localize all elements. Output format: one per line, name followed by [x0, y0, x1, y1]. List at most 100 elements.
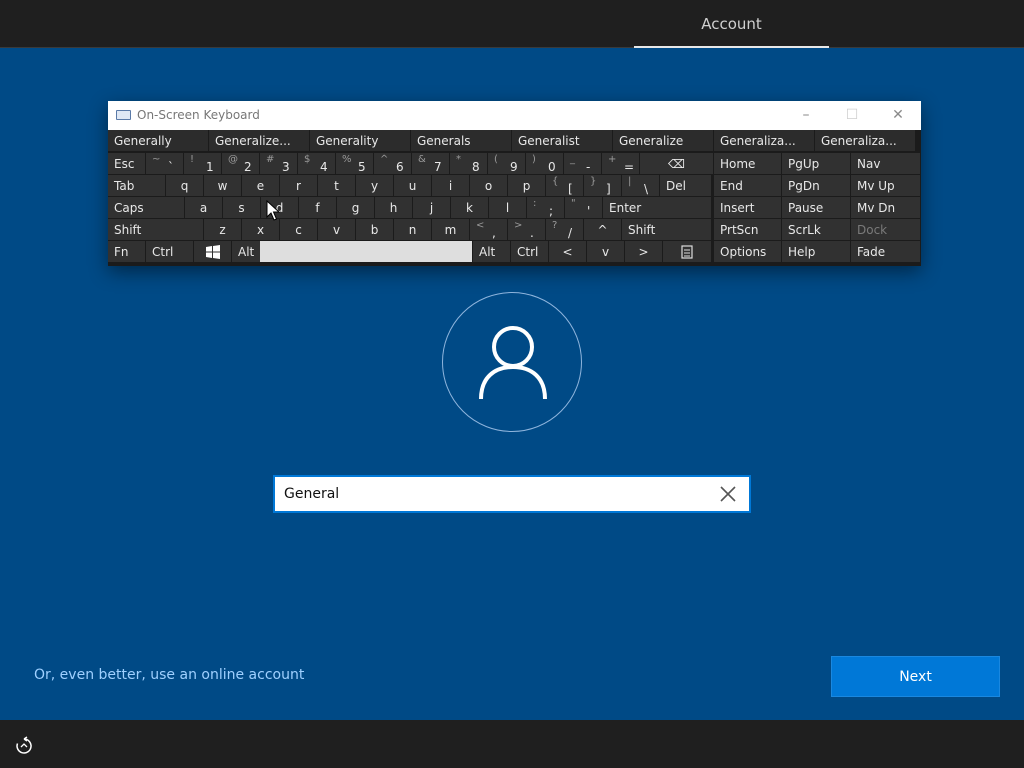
name-field[interactable] — [273, 475, 751, 513]
key-row1-10[interactable]: (9 — [488, 153, 526, 175]
key-shift-right[interactable]: Shift — [622, 219, 712, 241]
key-ctrl-left[interactable]: Ctrl — [146, 241, 194, 263]
next-button[interactable]: Next — [831, 656, 1000, 697]
key-menu[interactable] — [663, 241, 712, 263]
osk-title-bar[interactable]: On-Screen Keyboard – ☐ ✕ — [108, 101, 921, 130]
key-row1-7[interactable]: ^ 6 — [374, 153, 412, 175]
prediction-7[interactable]: Generaliza... — [714, 130, 815, 152]
key-l[interactable]: l — [489, 197, 527, 219]
key-g[interactable]: g — [337, 197, 375, 219]
maximize-button[interactable]: ☐ — [829, 101, 875, 130]
key-punct4-0[interactable]: <, — [470, 219, 508, 241]
key-punct4-2[interactable]: ? / — [546, 219, 584, 241]
key-j[interactable]: j — [413, 197, 451, 219]
key-i[interactable]: i — [432, 175, 470, 197]
minimize-button[interactable]: – — [783, 101, 829, 130]
key-u[interactable]: u — [394, 175, 432, 197]
key-y[interactable]: y — [356, 175, 394, 197]
key-bracket-1[interactable]: }] — [584, 175, 622, 197]
key-row1-3[interactable]: @2 — [222, 153, 260, 175]
ease-of-access-icon[interactable] — [14, 736, 34, 756]
prediction-2[interactable]: Generalize... — [209, 130, 310, 152]
key-b[interactable]: b — [356, 219, 394, 241]
key-e[interactable]: e — [242, 175, 280, 197]
close-button[interactable]: ✕ — [875, 101, 921, 130]
online-account-link[interactable]: Or, even better, use an online account — [34, 667, 304, 683]
key-o[interactable]: o — [470, 175, 508, 197]
key-row1-5[interactable]: $4 — [298, 153, 336, 175]
key-row1-8[interactable]: & 7 — [412, 153, 450, 175]
key-row1-12[interactable]: _ - — [564, 153, 602, 175]
prediction-4[interactable]: Generals — [411, 130, 512, 152]
key-bracket-0[interactable]: {[ — [546, 175, 584, 197]
key-row1-1[interactable]: ~ ` — [146, 153, 184, 175]
key-options[interactable]: Options — [714, 241, 782, 263]
key-a[interactable]: a — [185, 197, 223, 219]
key-pause[interactable]: Pause — [782, 197, 851, 219]
key-arrow-left[interactable]: < — [549, 241, 587, 263]
prediction-8[interactable]: Generaliza... — [815, 130, 916, 152]
key-space[interactable] — [260, 241, 473, 263]
key-shift-label: { — [552, 176, 559, 187]
tab-account[interactable]: Account — [634, 0, 829, 48]
key-v[interactable]: v — [318, 219, 356, 241]
key-punct3-1[interactable]: " ' — [565, 197, 603, 219]
name-input[interactable] — [284, 477, 704, 511]
key-q[interactable]: q — [166, 175, 204, 197]
key-windows[interactable] — [194, 241, 232, 263]
key-row1-13[interactable]: + = — [602, 153, 640, 175]
prediction-3[interactable]: Generality — [310, 130, 411, 152]
key-arrow-right[interactable]: > — [625, 241, 663, 263]
key-punct3-0[interactable]: :; — [527, 197, 565, 219]
key-shift-left[interactable]: Shift — [108, 219, 204, 241]
key-fade[interactable]: Fade — [851, 241, 921, 263]
key-f[interactable]: f — [299, 197, 337, 219]
key-end[interactable]: End — [714, 175, 782, 197]
key-mv-up[interactable]: Mv Up — [851, 175, 921, 197]
key-home[interactable]: Home — [714, 153, 782, 175]
key-pgup[interactable]: PgUp — [782, 153, 851, 175]
key-x[interactable]: x — [242, 219, 280, 241]
key-k[interactable]: k — [451, 197, 489, 219]
key-caps[interactable]: Caps — [108, 197, 185, 219]
key-t[interactable]: t — [318, 175, 356, 197]
key-row1-0[interactable]: Esc — [108, 153, 146, 175]
key-row1-4[interactable]: #3 — [260, 153, 298, 175]
key-ctrl-right[interactable]: Ctrl — [511, 241, 549, 263]
key-enter[interactable]: Enter — [603, 197, 712, 219]
key-tab[interactable]: Tab — [108, 175, 166, 197]
key-del[interactable]: Del — [660, 175, 712, 197]
key-row1-9[interactable]: * 8 — [450, 153, 488, 175]
key-h[interactable]: h — [375, 197, 413, 219]
key-mv-dn[interactable]: Mv Dn — [851, 197, 921, 219]
key-insert[interactable]: Insert — [714, 197, 782, 219]
key-prtscn[interactable]: PrtScn — [714, 219, 782, 241]
key-row1-6[interactable]: % 5 — [336, 153, 374, 175]
key-n[interactable]: n — [394, 219, 432, 241]
key-alt-right[interactable]: Alt — [473, 241, 511, 263]
key-arrow-up[interactable]: ^ — [584, 219, 622, 241]
key-nav[interactable]: Nav — [851, 153, 921, 175]
key-row1-2[interactable]: ! 1 — [184, 153, 222, 175]
key-z[interactable]: z — [204, 219, 242, 241]
key-bracket-2[interactable]: | \ — [622, 175, 660, 197]
prediction-6[interactable]: Generalize — [613, 130, 714, 152]
key-arrow-down[interactable]: v — [587, 241, 625, 263]
key-row1-11[interactable]: ) 0 — [526, 153, 564, 175]
key-punct4-1[interactable]: >. — [508, 219, 546, 241]
key-c[interactable]: c — [280, 219, 318, 241]
prediction-5[interactable]: Generalist — [512, 130, 613, 152]
prediction-1[interactable]: Generally — [108, 130, 209, 152]
key-fn[interactable]: Fn — [108, 241, 146, 263]
key-dock[interactable]: Dock — [851, 219, 921, 241]
key-r[interactable]: r — [280, 175, 318, 197]
clear-icon[interactable] — [717, 483, 739, 505]
key-scrlk[interactable]: ScrLk — [782, 219, 851, 241]
key-pgdn[interactable]: PgDn — [782, 175, 851, 197]
key-p[interactable]: p — [508, 175, 546, 197]
key-help[interactable]: Help — [782, 241, 851, 263]
key-s[interactable]: s — [223, 197, 261, 219]
key-row1-14[interactable]: ⌫ — [640, 153, 714, 175]
key-w[interactable]: w — [204, 175, 242, 197]
key-m[interactable]: m — [432, 219, 470, 241]
